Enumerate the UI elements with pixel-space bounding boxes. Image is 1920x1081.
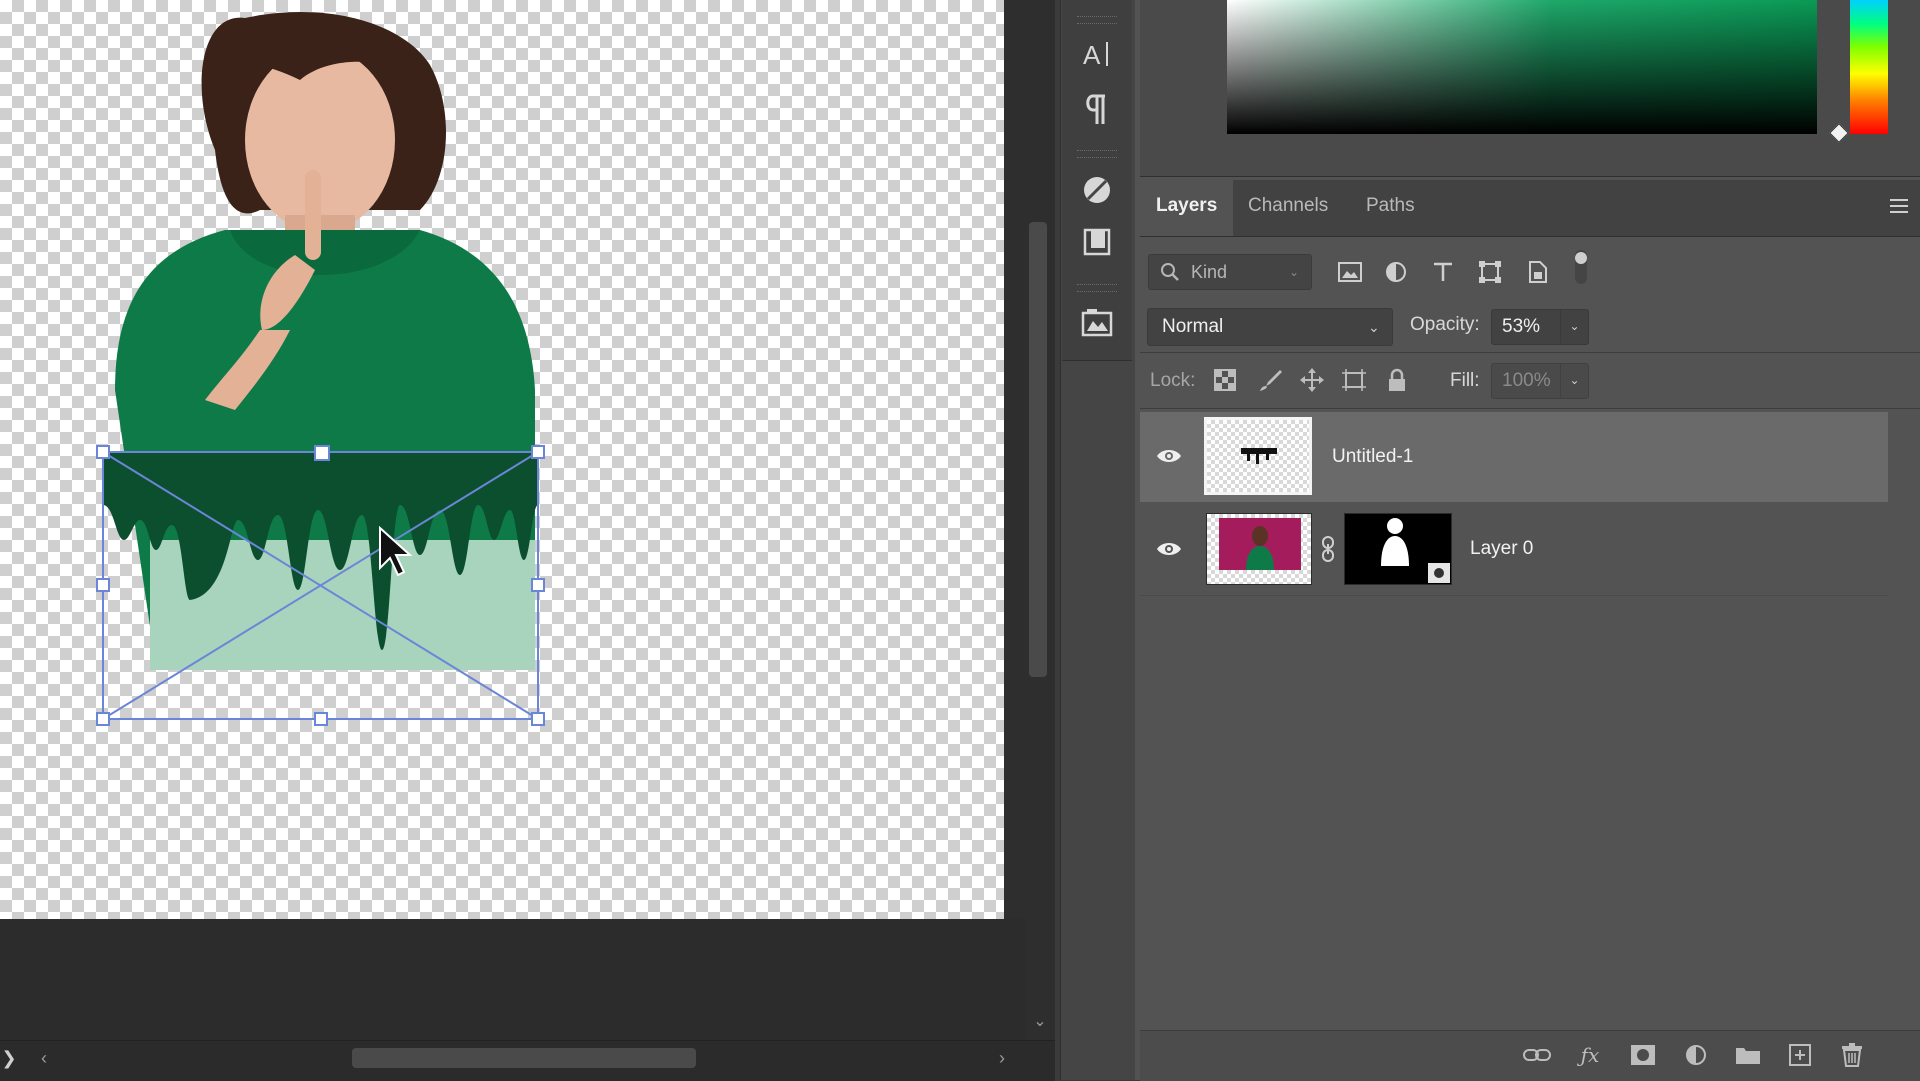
svg-text:A: A: [1083, 40, 1101, 70]
scroll-left-icon[interactable]: ‹: [34, 1046, 54, 1070]
filter-toggle-icon[interactable]: [1566, 250, 1596, 284]
new-layer-icon[interactable]: [1784, 1039, 1816, 1071]
mask-silhouette-graphic: [1381, 518, 1409, 566]
layer-filter-kind-select[interactable]: Kind ⌄: [1148, 254, 1312, 290]
paragraph-icon[interactable]: [1075, 88, 1119, 132]
image-panel-icon[interactable]: [1075, 300, 1119, 344]
tab-layers[interactable]: Layers: [1140, 180, 1234, 236]
scroll-right-icon[interactable]: ›: [992, 1046, 1012, 1070]
lock-position-icon[interactable]: [1297, 365, 1327, 395]
lock-artboard-icon[interactable]: [1339, 365, 1369, 395]
kind-label: Kind: [1191, 262, 1228, 282]
shape-filter-icon[interactable]: [1475, 257, 1505, 287]
adjustments-icon[interactable]: [1075, 168, 1119, 212]
tab-paths[interactable]: Paths: [1350, 180, 1431, 236]
eye-icon[interactable]: [1154, 441, 1184, 471]
layer-name[interactable]: Layer 0: [1470, 538, 1533, 560]
blend-mode-select[interactable]: Normal ⌄: [1147, 308, 1393, 346]
scroll-down-icon[interactable]: ⌄: [1030, 1010, 1050, 1034]
smart-object-filter-icon[interactable]: [1522, 257, 1552, 287]
grip-handle[interactable]: [1077, 16, 1117, 24]
layer-thumbnail[interactable]: [1204, 417, 1312, 495]
adjustment-filter-icon[interactable]: [1381, 257, 1411, 287]
chevron-down-icon: ⌄: [1368, 319, 1380, 335]
chain-link-icon[interactable]: [1320, 536, 1336, 562]
opacity-slider-dropdown-icon[interactable]: ⌄: [1560, 309, 1588, 343]
divider: [1140, 352, 1920, 353]
horizontal-scroll-thumb[interactable]: [352, 1048, 696, 1068]
add-mask-icon[interactable]: [1627, 1039, 1659, 1071]
fill-label: Fill:: [1450, 370, 1480, 391]
lock-transparent-icon[interactable]: [1210, 365, 1240, 395]
character-icon[interactable]: A: [1075, 32, 1119, 76]
woman-figure: [115, 12, 535, 670]
color-field[interactable]: [1227, 0, 1817, 134]
image-filter-icon[interactable]: [1335, 257, 1365, 287]
layer-thumbnail[interactable]: [1206, 513, 1312, 585]
new-group-icon[interactable]: [1732, 1039, 1764, 1071]
blend-mode-value: Normal: [1162, 316, 1224, 337]
tab-channels[interactable]: Channels: [1232, 180, 1344, 236]
new-adjustment-icon[interactable]: [1680, 1039, 1712, 1071]
vector-mask-badge-icon: [1427, 562, 1451, 584]
fill-slider-dropdown-icon[interactable]: ⌄: [1560, 363, 1588, 397]
fill-value: 100%: [1502, 370, 1551, 391]
delete-layer-icon[interactable]: [1836, 1039, 1868, 1071]
libraries-icon[interactable]: [1075, 220, 1119, 264]
lock-pixels-icon[interactable]: [1255, 365, 1285, 395]
panel-menu-icon[interactable]: [1888, 196, 1910, 216]
fx-icon[interactable]: ƒx: [1574, 1039, 1606, 1071]
type-filter-icon[interactable]: [1428, 257, 1458, 287]
opacity-value: 53%: [1502, 316, 1541, 337]
search-icon: [1159, 255, 1181, 300]
photo-thumbnail-graphic: [1219, 518, 1301, 570]
drip-thumbnail-graphic: [1241, 448, 1277, 464]
grip-handle[interactable]: [1077, 150, 1117, 158]
canvas-artwork: [96, 12, 545, 726]
vertical-scroll-thumb[interactable]: [1029, 222, 1047, 677]
link-layers-icon[interactable]: [1521, 1039, 1553, 1071]
canvas-area[interactable]: ⌄ ❯ ‹ ›: [0, 0, 1055, 1081]
grip-handle[interactable]: [1077, 284, 1117, 292]
divider: [1140, 408, 1920, 409]
lock-label: Lock:: [1150, 370, 1196, 391]
hue-slider[interactable]: [1850, 0, 1888, 134]
document-canvas[interactable]: [0, 0, 1004, 919]
layer-name[interactable]: Untitled-1: [1332, 446, 1413, 468]
panel-expand-icon[interactable]: ❯: [0, 1046, 18, 1070]
canvas-gutter: [0, 919, 1025, 1040]
eye-icon[interactable]: [1154, 534, 1184, 564]
layer-mask-thumbnail[interactable]: [1344, 513, 1452, 585]
opacity-label: Opacity:: [1410, 314, 1480, 335]
lock-all-icon[interactable]: [1382, 365, 1412, 395]
chevron-down-icon: ⌄: [1289, 265, 1300, 279]
